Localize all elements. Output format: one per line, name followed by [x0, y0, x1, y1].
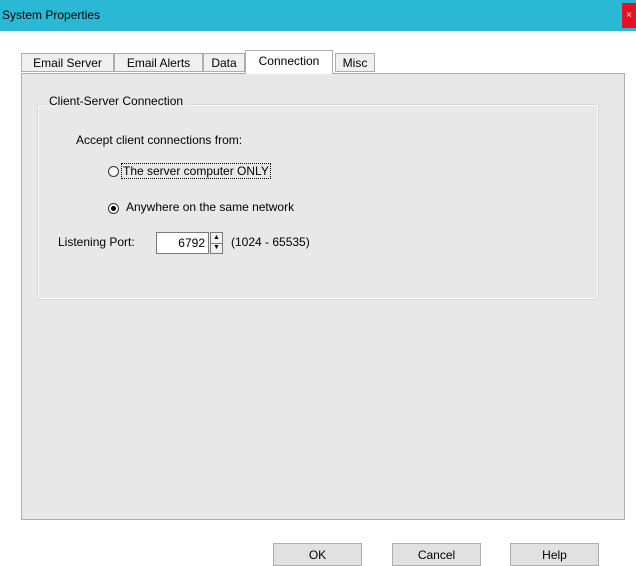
radio-same-network[interactable] — [108, 203, 119, 214]
ok-button[interactable]: OK — [273, 543, 362, 566]
accept-connections-label: Accept client connections from: — [76, 133, 243, 147]
tab-email-server[interactable]: Email Server — [21, 53, 114, 72]
radio-server-only[interactable] — [108, 166, 119, 177]
listening-port-input[interactable] — [156, 232, 209, 254]
cancel-button[interactable]: Cancel — [392, 543, 481, 566]
title-bar: System Properties × — [0, 0, 636, 31]
tab-misc[interactable]: Misc — [335, 53, 375, 72]
tab-email-alerts[interactable]: Email Alerts — [114, 53, 203, 72]
close-icon[interactable]: × — [622, 3, 636, 28]
window-title: System Properties — [2, 8, 101, 22]
tab-connection[interactable]: Connection — [245, 50, 333, 74]
radio-same-network-label[interactable]: Anywhere on the same network — [126, 200, 294, 214]
tab-data[interactable]: Data — [203, 53, 245, 72]
help-button[interactable]: Help — [510, 543, 599, 566]
listening-port-label: Listening Port: — [58, 235, 135, 249]
group-title: Client-Server Connection — [46, 94, 187, 108]
port-spinner: ▲ ▼ — [210, 232, 223, 254]
radio-server-only-label[interactable]: The server computer ONLY — [121, 163, 271, 179]
connection-tab-panel: Client-Server Connection Accept client c… — [21, 73, 625, 520]
spin-down-icon[interactable]: ▼ — [211, 243, 222, 253]
port-range-label: (1024 - 65535) — [231, 235, 310, 249]
